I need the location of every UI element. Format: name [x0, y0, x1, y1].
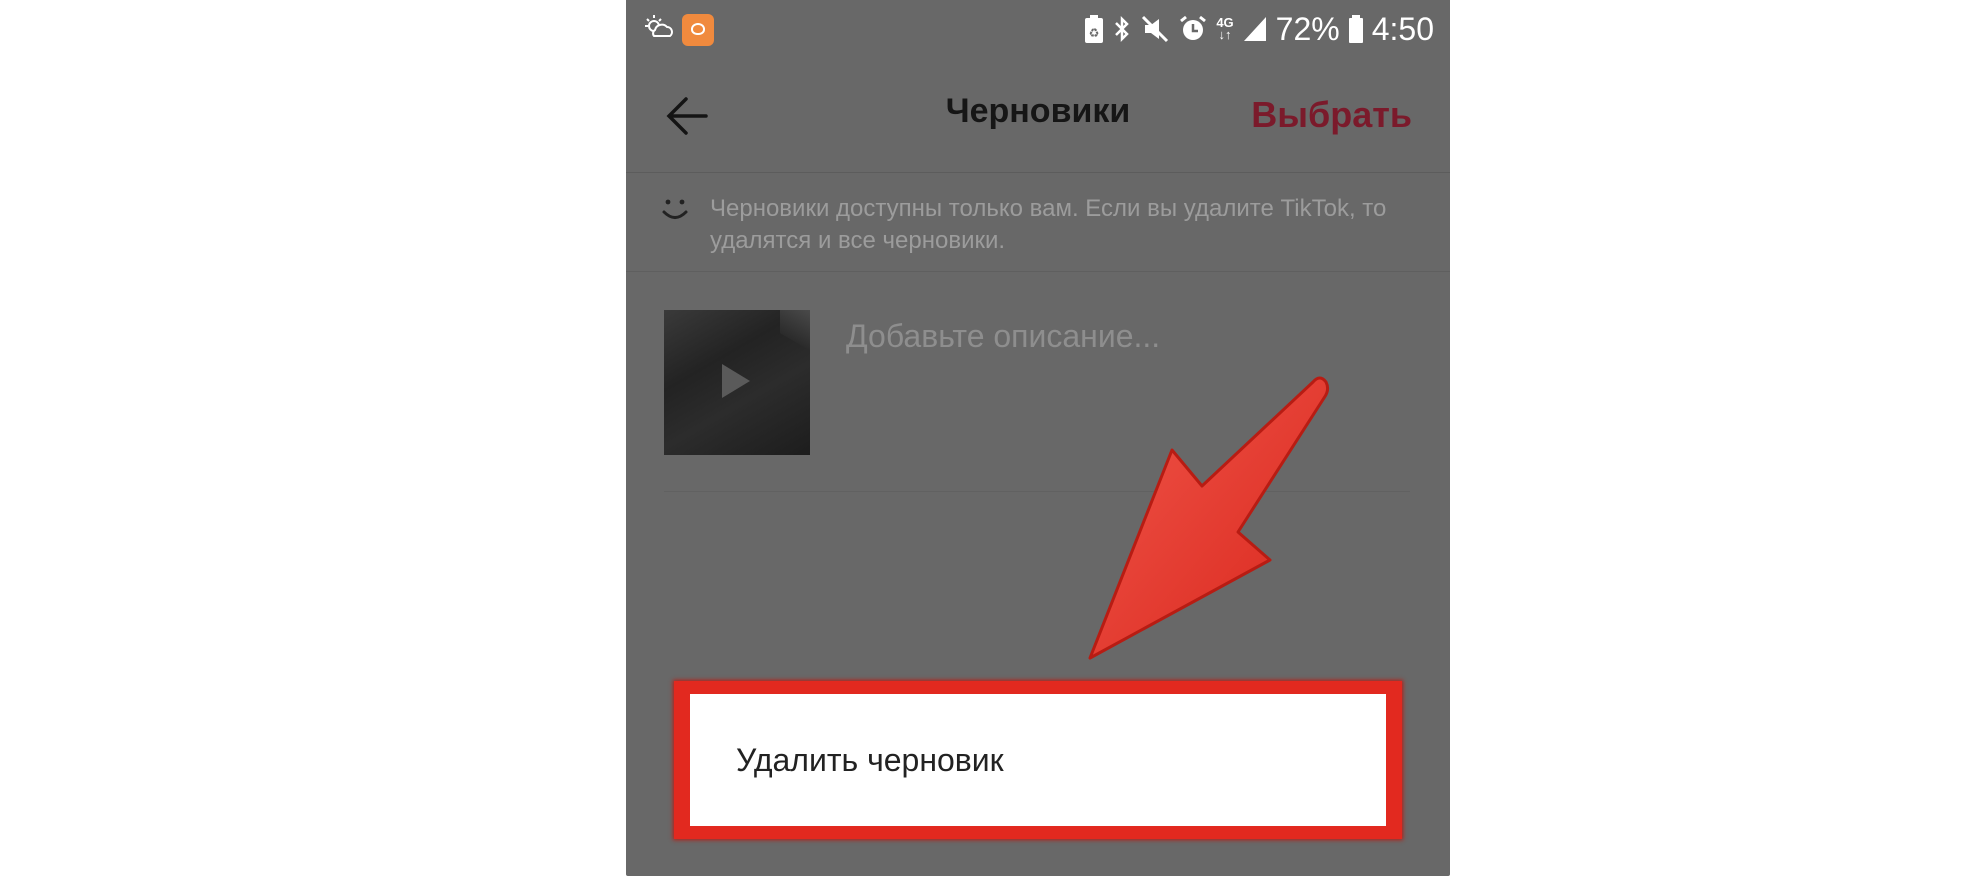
status-bar: ♻ 4G ↓↑ 72% 4:50: [626, 0, 1450, 58]
select-button[interactable]: Выбрать: [1251, 94, 1412, 136]
weather-icon: [645, 15, 673, 37]
notice-text: Черновики доступны только вам. Если вы у…: [710, 195, 1387, 254]
svg-text:♻: ♻: [1089, 26, 1100, 40]
battery-icon: [1348, 15, 1363, 43]
app-notification-icon: [682, 14, 714, 46]
smile-icon: [662, 199, 688, 219]
delete-draft-menu: Удалить черновик: [674, 681, 1402, 839]
play-icon: [722, 364, 750, 398]
alarm-icon: [1180, 15, 1207, 40]
pointer-arrow-icon: [1088, 376, 1330, 660]
network-4g-icon: 4G ↓↑: [1216, 15, 1234, 42]
clock: 4:50: [1371, 10, 1434, 47]
drafts-notice: Черновики доступны только вам. Если вы у…: [626, 173, 1450, 272]
signal-icon: [1243, 17, 1266, 41]
bluetooth-icon: [1115, 15, 1130, 43]
menu-card: Удалить черновик: [690, 694, 1386, 826]
mute-icon: [1142, 15, 1169, 43]
status-icons: ♻ 4G ↓↑ 72% 4:50: [1084, 8, 1434, 50]
delete-draft-item[interactable]: Удалить черновик: [736, 742, 1004, 779]
thumbnail-highlight: [780, 310, 810, 350]
battery-percent: 72%: [1275, 10, 1340, 47]
network-label: 4G: [1216, 15, 1234, 30]
draft-thumbnail[interactable]: [664, 310, 810, 455]
top-bar: Черновики Выбрать: [626, 58, 1450, 173]
battery-saver-icon: ♻: [1085, 15, 1104, 43]
draft-description[interactable]: Добавьте описание...: [846, 318, 1160, 355]
